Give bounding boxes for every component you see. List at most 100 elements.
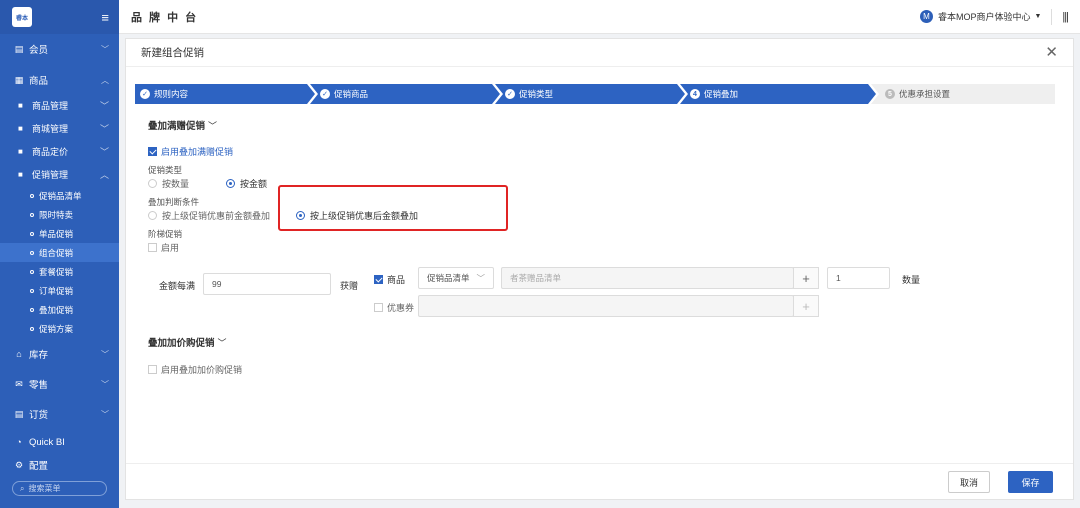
step-label: 促销叠加 (704, 89, 739, 99)
amount-input[interactable]: 99 (203, 273, 331, 295)
sidebar-promo-item[interactable]: 套餐促销 (0, 262, 119, 281)
search-placeholder: 搜索菜单 (28, 484, 61, 493)
menu-toggle-icon[interactable]: ≡ (101, 11, 109, 24)
checkbox-unchecked[interactable] (148, 365, 157, 374)
plus-icon: + (802, 270, 810, 286)
sidebar-promo-item[interactable]: 促销品清单 (0, 186, 119, 205)
bullet-icon (30, 250, 34, 255)
search-icon: ⌕ (20, 483, 25, 493)
chevron-down-icon: ﹀ (99, 101, 109, 111)
sidebar-promo-item[interactable]: 促销方案 (0, 319, 119, 338)
sidebar-promo-item[interactable]: 限时特卖 (0, 205, 119, 224)
checkbox-checked[interactable] (148, 147, 157, 156)
checkbox-unchecked[interactable] (374, 303, 383, 312)
step-promo-stack[interactable]: 4 促销叠加 (680, 84, 876, 104)
sidebar-subitem-goods-manage[interactable]: ■ 商品管理 ﹀ (0, 94, 119, 117)
gauge-icon: ◔ (16, 437, 22, 447)
sidebar-subitem-pricing[interactable]: ■ 商品定价 ﹀ (0, 140, 119, 163)
bullet-icon (30, 307, 34, 312)
account-area: M 睿本MOP商户体验中心 ▼ ||| (919, 8, 1069, 25)
chevron-down-icon: ﹀ (208, 120, 218, 131)
step-label: 优惠承担设置 (899, 89, 951, 99)
sidebar-promo-item-active[interactable]: 组合促销 (0, 243, 119, 262)
folder-icon: ■ (18, 101, 23, 110)
input-placeholder: 者茶赠品清单 (510, 273, 562, 283)
sidebar-header: 睿本 ≡ (0, 0, 119, 34)
brand-logo: 睿本 (12, 7, 32, 27)
step-discount-bearer[interactable]: 5 优惠承担设置 (871, 84, 1055, 104)
sidebar-item-goods[interactable]: ▦ 商品 ︿ (0, 66, 119, 94)
bullet-icon (30, 212, 34, 217)
close-icon[interactable]: ✕ (1045, 45, 1058, 60)
sidebar-subitem-promo-manage[interactable]: ■ 促销管理 ︿ (0, 163, 119, 186)
mail-icon: ✉ (15, 378, 23, 389)
by-amount-radio[interactable]: 按金额 (226, 177, 267, 190)
chevron-down-icon: ﹀ (101, 44, 109, 54)
add-gift-button[interactable]: + (793, 267, 819, 289)
check-icon: ✓ (140, 89, 150, 99)
gift-label: 获赠 (340, 281, 359, 291)
quantity-input[interactable]: 1 (827, 267, 890, 289)
sidebar-promo-item[interactable]: 叠加促销 (0, 300, 119, 319)
sidebar-promo-item[interactable]: 单品促销 (0, 224, 119, 243)
full-gift-section-title[interactable]: 叠加满赠促销 ﹀ (148, 118, 218, 133)
goods-checkbox[interactable]: 商品 (374, 273, 405, 286)
sidebar-item-order[interactable]: ▤ 订货 ﹀ (0, 400, 119, 428)
sidebar-item-quickbi[interactable]: ◔ Quick BI (0, 430, 119, 454)
chevron-up-icon: ︿ (99, 170, 109, 180)
checkbox-unchecked[interactable] (148, 243, 157, 252)
by-quantity-radio[interactable]: 按数量 (148, 177, 189, 190)
sidebar-item-config[interactable]: ⚙ 配置 (0, 454, 119, 476)
add-buy-section-title[interactable]: 叠加加价购促销 ﹀ (148, 335, 227, 350)
account-name[interactable]: 睿本MOP商户体验中心 (938, 10, 1031, 23)
ladder-enable-checkbox[interactable]: 启用 (148, 241, 179, 254)
radio-unchecked[interactable] (148, 211, 157, 220)
step-progress: ✓ 规则内容 ✓ 促销商品 ✓ 促销类型 4 促销叠加 5 优惠承担设置 (135, 84, 1060, 104)
avatar: M (919, 10, 933, 23)
sidebar-item-retail[interactable]: ✉ 零售 ﹀ (0, 370, 119, 398)
dialog-title: 新建组合促销 (141, 47, 204, 59)
add-coupon-button[interactable]: + (793, 295, 819, 317)
step-label: 促销商品 (334, 89, 369, 99)
coupon-input[interactable] (418, 295, 794, 317)
amount-label: 金额每满 (159, 281, 196, 291)
gift-list-input[interactable]: 者茶赠品清单 (501, 267, 794, 289)
step-promo-goods[interactable]: ✓ 促销商品 (310, 84, 500, 104)
step-number-icon: 5 (885, 89, 895, 99)
radio-unchecked[interactable] (148, 179, 157, 188)
sidebar-promo-item[interactable]: 订单促销 (0, 281, 119, 300)
radio-checked[interactable] (226, 179, 235, 188)
cond-before-radio[interactable]: 按上级促销优惠前金额叠加 (148, 209, 270, 222)
menu-search-input[interactable]: ⌕ 搜索菜单 (12, 481, 107, 496)
checkbox-label: 优惠券 (387, 303, 415, 313)
document-icon: ▤ (14, 408, 24, 419)
bullet-icon (30, 288, 34, 293)
radio-label: 按数量 (162, 179, 190, 189)
bullet-icon (30, 269, 34, 274)
step-promo-type[interactable]: ✓ 促销类型 (495, 84, 685, 104)
select-value: 促销品清单 (427, 273, 470, 283)
sidebar-item-member[interactable]: ▤ 会员 ﹀ (0, 35, 119, 63)
grid-icon: ▦ (14, 74, 24, 85)
step-rule-content[interactable]: ✓ 规则内容 (135, 84, 315, 104)
sidebar-item-inventory[interactable]: ⌂ 库存 ﹀ (0, 340, 119, 368)
cancel-button[interactable]: 取消 (948, 471, 990, 493)
quantity-value: 1 (836, 273, 841, 283)
caret-down-icon[interactable]: ▼ (1034, 13, 1041, 20)
coupon-checkbox[interactable]: 优惠券 (374, 301, 414, 314)
enable-add-buy-checkbox[interactable]: 启用叠加加价购促销 (148, 363, 242, 376)
columns-icon[interactable]: ||| (1062, 11, 1069, 23)
checkbox-checked[interactable] (374, 275, 383, 284)
enable-full-gift-checkbox[interactable]: 启用叠加满赠促销 (148, 145, 233, 158)
condition-label: 叠加判断条件 (148, 197, 200, 207)
check-icon: ✓ (505, 89, 515, 99)
goods-type-select[interactable]: 促销品清单 ﹀ (418, 267, 494, 289)
sidebar-subitem-mall-manage[interactable]: ■ 商城管理 ﹀ (0, 117, 119, 140)
radio-label: 按上级促销优惠前金额叠加 (162, 211, 271, 221)
chevron-down-icon: ﹀ (101, 409, 109, 419)
sidebar-promo-label: 单品促销 (39, 228, 74, 239)
promo-type-label: 促销类型 (148, 165, 183, 175)
chevron-down-icon: ﹀ (217, 337, 227, 348)
create-combo-promo-dialog: 新建组合促销 ✕ ✓ 规则内容 ✓ 促销商品 ✓ 促销类型 4 促销叠加 5 优… (125, 38, 1074, 500)
save-button[interactable]: 保存 (1008, 471, 1053, 493)
